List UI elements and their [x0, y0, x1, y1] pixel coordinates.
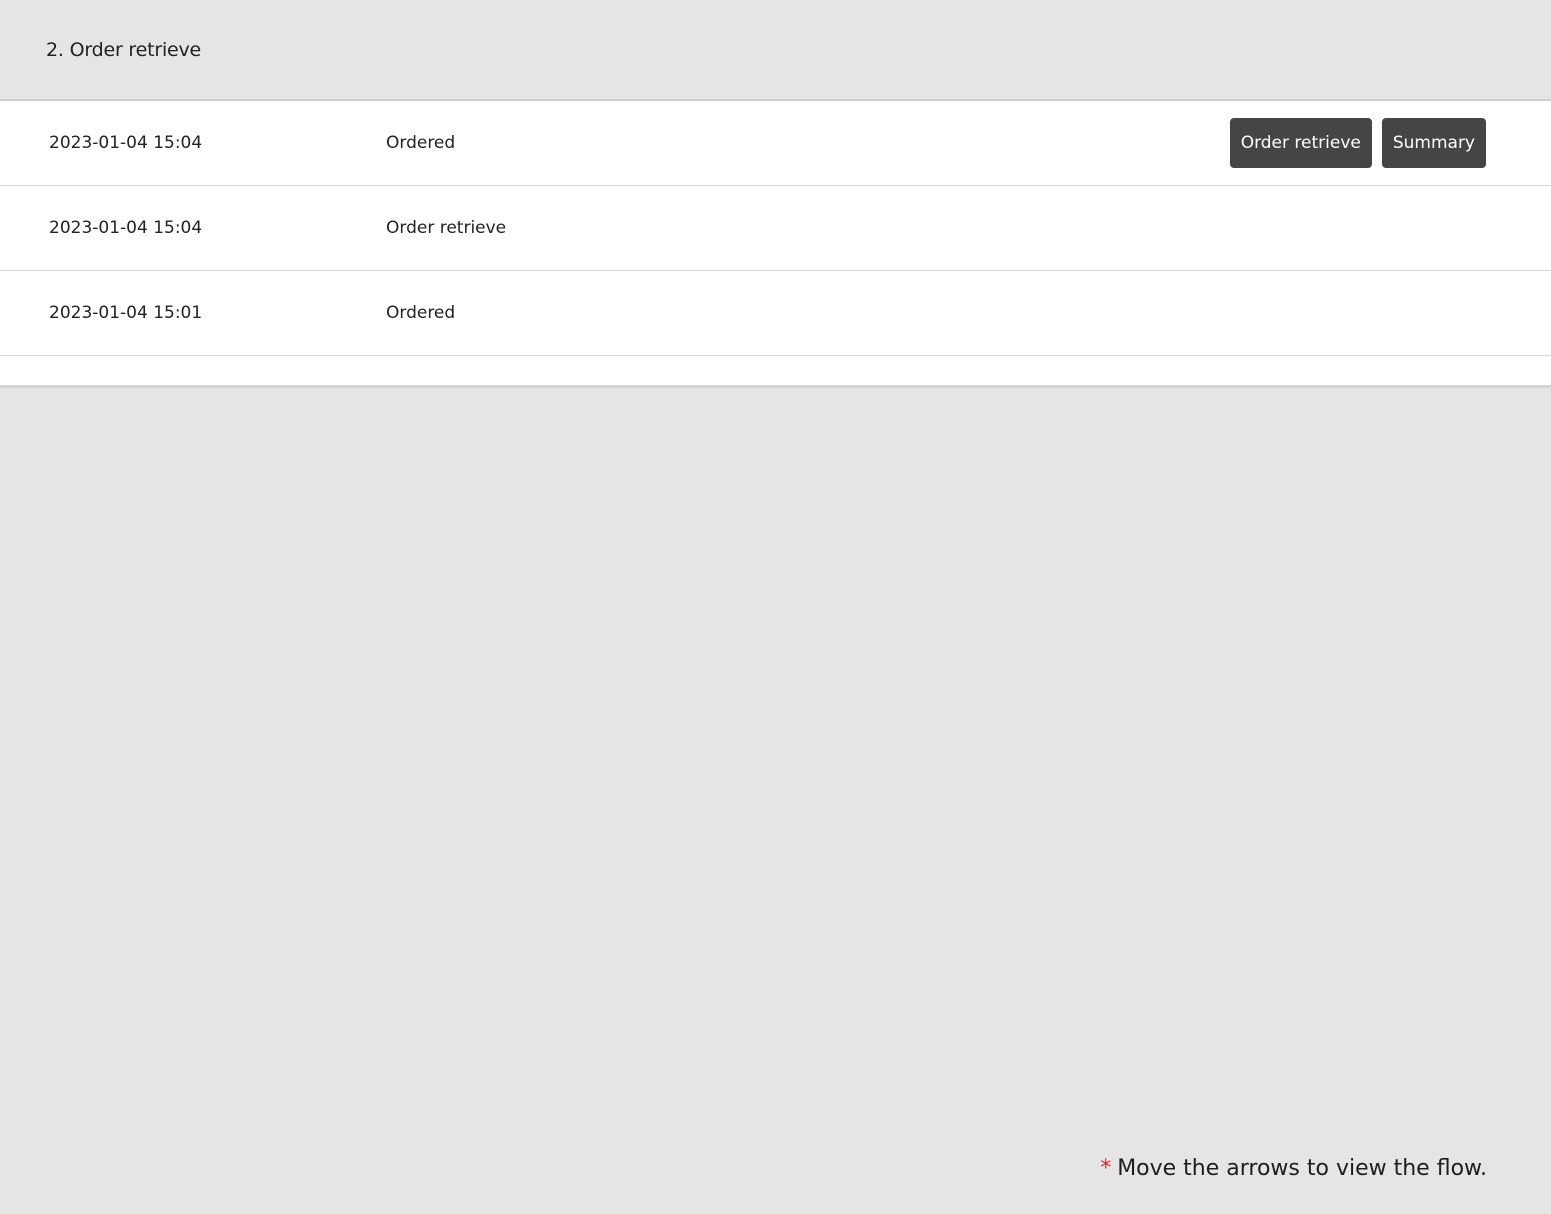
- table-footer-spacer: [0, 356, 1551, 385]
- order-retrieve-button[interactable]: Order retrieve: [1229, 118, 1372, 168]
- footnote: * Move the arrows to view the flow.: [1100, 1156, 1487, 1181]
- table-row: 2023-01-04 15:04 Ordered Order retrieve …: [0, 101, 1551, 186]
- row-date: 2023-01-04 15:04: [49, 133, 203, 153]
- section-title: 2. Order retrieve: [46, 38, 202, 61]
- section-header: 2. Order retrieve: [0, 0, 1551, 101]
- row-date: 2023-01-04 15:01: [49, 303, 203, 323]
- page: 2. Order retrieve 2023-01-04 15:04 Order…: [0, 0, 1551, 1214]
- row-date: 2023-01-04 15:04: [49, 218, 203, 238]
- row-actions: Order retrieve Summary: [1229, 118, 1486, 168]
- table-row: 2023-01-04 15:01 Ordered: [0, 271, 1551, 356]
- row-status: Ordered: [386, 303, 456, 323]
- footnote-text: Move the arrows to view the flow.: [1117, 1156, 1487, 1181]
- footnote-marker: *: [1100, 1156, 1112, 1181]
- row-status: Order retrieve: [386, 218, 507, 238]
- summary-button[interactable]: Summary: [1381, 118, 1486, 168]
- row-status: Ordered: [386, 133, 456, 153]
- order-history-table: 2023-01-04 15:04 Ordered Order retrieve …: [0, 101, 1551, 388]
- table-row: 2023-01-04 15:04 Order retrieve: [0, 186, 1551, 271]
